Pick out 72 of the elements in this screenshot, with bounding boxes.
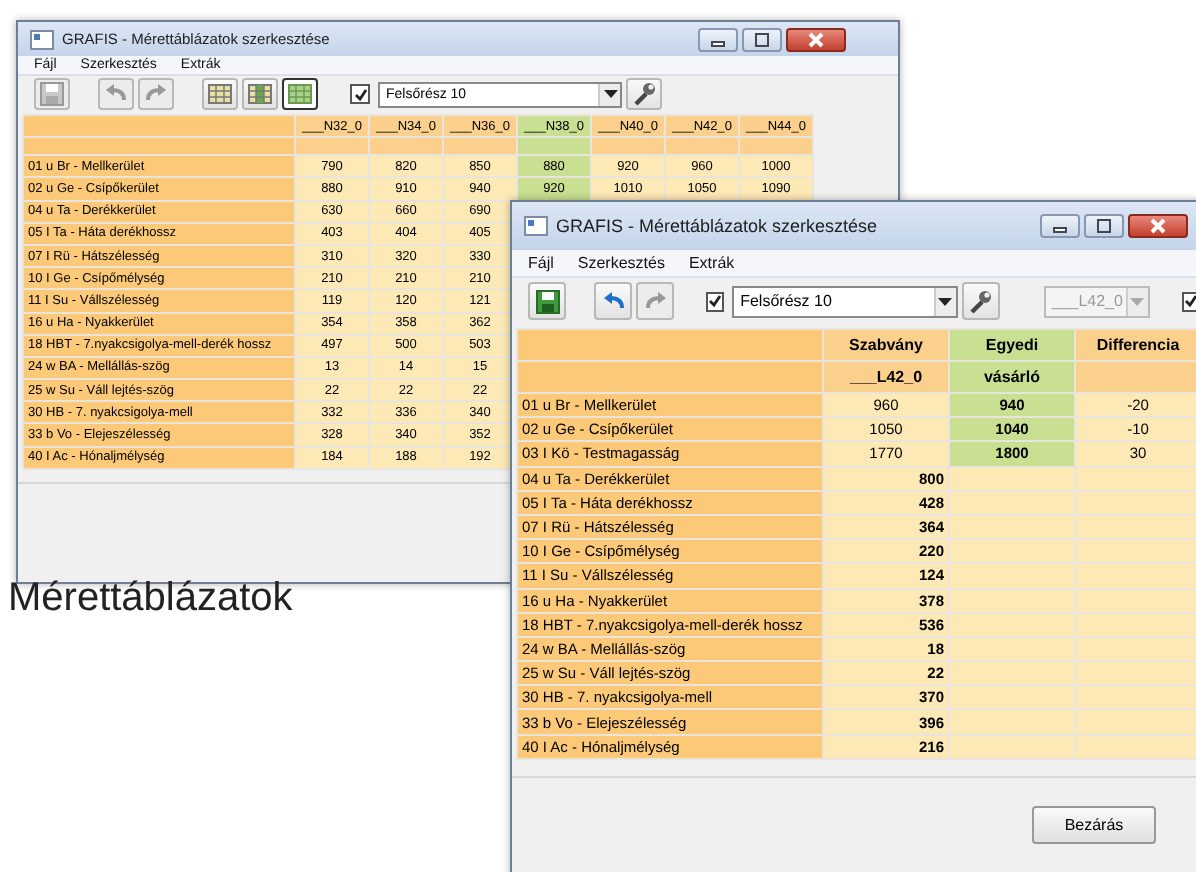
table-cell xyxy=(949,466,1075,491)
table-cell xyxy=(949,709,1075,735)
table-cell xyxy=(1075,490,1196,515)
menu-item[interactable]: Fájl xyxy=(528,254,554,272)
minimize-button[interactable] xyxy=(698,27,738,51)
checkbox[interactable] xyxy=(1181,291,1196,311)
table-cell xyxy=(949,636,1075,662)
table-cell xyxy=(1075,661,1196,686)
redo-arrow-icon xyxy=(643,291,668,311)
dropdown-caret-icon xyxy=(603,90,617,98)
close-button[interactable] xyxy=(786,27,846,51)
undo-button[interactable] xyxy=(594,282,633,320)
table-cell xyxy=(1075,734,1196,759)
menu-item[interactable]: Szerkesztés xyxy=(577,254,665,272)
redo-arrow-icon xyxy=(144,84,168,104)
maximize-icon xyxy=(1094,218,1114,234)
table-cell xyxy=(1075,588,1196,613)
maximize-button[interactable] xyxy=(742,27,782,51)
app-icon xyxy=(30,29,54,49)
table-cell xyxy=(949,490,1075,515)
column-header: Egyedi xyxy=(949,329,1075,361)
wrench-icon xyxy=(632,82,656,106)
wrench-button[interactable] xyxy=(961,282,1000,320)
table-cell xyxy=(1075,514,1196,540)
dropdown-caret-icon xyxy=(1130,297,1145,305)
table-cell xyxy=(949,563,1075,588)
minimize-button[interactable] xyxy=(1040,214,1080,238)
grid-icon xyxy=(288,84,312,104)
window-title: GRAFIS - Mérettáblázatok szerkesztése xyxy=(556,216,880,236)
view-button[interactable] xyxy=(282,78,318,110)
close-icon xyxy=(1148,218,1168,234)
table-cell xyxy=(949,539,1075,564)
check-mark-icon xyxy=(353,87,367,101)
table-cell xyxy=(949,661,1075,686)
close-icon xyxy=(806,31,826,47)
column-header: Szabvány xyxy=(823,329,949,361)
check-mark-icon xyxy=(708,294,723,308)
caption-text: Mérettáblázatok xyxy=(8,576,293,622)
table-cell xyxy=(949,734,1075,759)
table-cell xyxy=(1075,361,1196,393)
checkbox[interactable] xyxy=(706,291,725,311)
table-cell xyxy=(949,514,1075,540)
undo-arrow-icon xyxy=(104,84,128,104)
dropdown-caret-icon xyxy=(938,297,953,305)
maximize-button[interactable] xyxy=(1084,214,1124,238)
table-cell xyxy=(949,685,1075,710)
table-cell xyxy=(1075,685,1196,710)
close-dialog-button[interactable]: Bezárás xyxy=(1032,805,1156,844)
wrench-button[interactable] xyxy=(626,78,662,110)
column-header: ___L42_0 xyxy=(823,361,949,393)
table-cell xyxy=(1075,539,1196,564)
grid-icon xyxy=(208,84,232,104)
check-mark-icon xyxy=(1183,294,1196,308)
dropdown-field[interactable]: Felsőrész 10 xyxy=(732,285,958,317)
close-button[interactable] xyxy=(1128,214,1188,238)
table-cell xyxy=(949,612,1075,637)
checkbox[interactable] xyxy=(350,84,370,104)
table-cell xyxy=(1075,636,1196,662)
maximize-icon xyxy=(752,31,772,47)
column-header: Differencia xyxy=(1075,329,1196,361)
app-icon xyxy=(524,216,548,236)
table-cell xyxy=(1075,563,1196,588)
table-cell xyxy=(949,588,1075,613)
column-header: vásárló xyxy=(949,361,1075,393)
table-cell xyxy=(1075,709,1196,735)
table-cell xyxy=(1075,466,1196,491)
table-cell xyxy=(1075,612,1196,637)
save-button[interactable] xyxy=(528,282,567,320)
menu-item[interactable]: Extrák xyxy=(688,254,735,272)
grid-icon xyxy=(248,84,272,104)
undo-arrow-icon xyxy=(601,291,626,311)
wrench-icon xyxy=(968,289,993,313)
